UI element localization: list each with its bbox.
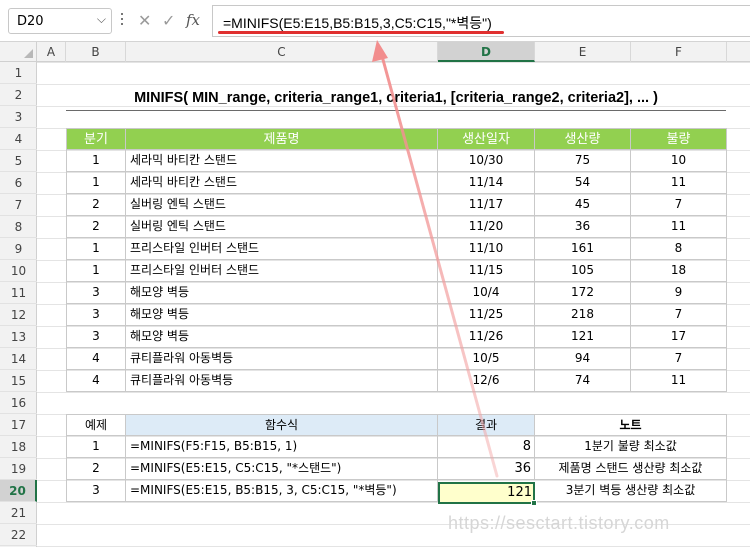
arrow-head — [372, 40, 388, 62]
watermark: https://sesctart.tistory.com — [448, 513, 670, 533]
annotation-arrow — [372, 40, 499, 478]
arrow-line — [380, 54, 499, 478]
